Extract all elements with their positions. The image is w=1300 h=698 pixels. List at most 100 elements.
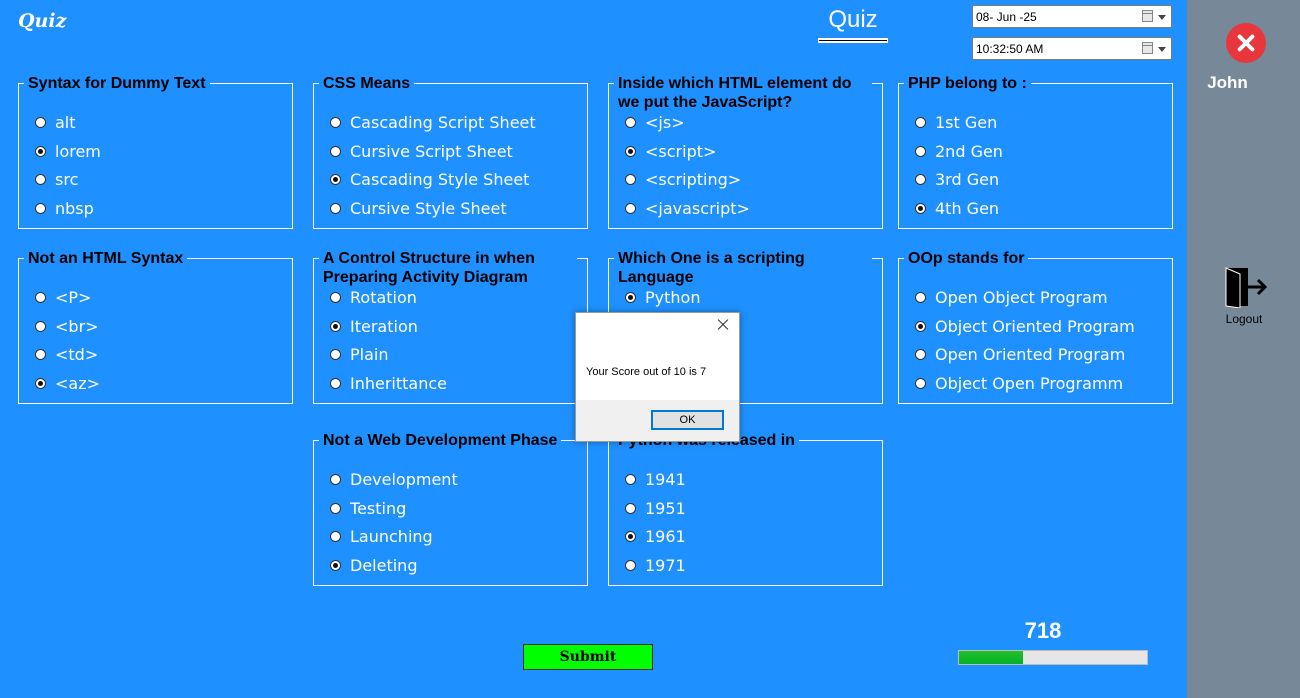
question-group: Not an HTML Syntax <P> <br> <td> <az> — [18, 249, 293, 404]
timer-progress-bar — [958, 650, 1148, 665]
answer-option[interactable]: Rotation — [330, 286, 417, 308]
radio-button[interactable] — [330, 145, 341, 157]
radio-button[interactable] — [330, 473, 341, 485]
answer-option[interactable]: Launching — [330, 525, 433, 547]
answer-option[interactable]: Cascading Script Sheet — [330, 111, 536, 133]
answer-option[interactable]: Open Object Program — [915, 286, 1108, 308]
chevron-down-icon[interactable] — [1158, 47, 1166, 52]
answer-option[interactable]: Open Oriented Program — [915, 343, 1125, 365]
radio-button[interactable] — [330, 559, 341, 571]
ok-button[interactable]: OK — [651, 410, 724, 430]
answer-option[interactable]: Iteration — [330, 315, 418, 337]
option-label: Rotation — [350, 287, 417, 307]
radio-button[interactable] — [35, 202, 46, 214]
radio-button[interactable] — [915, 348, 926, 360]
answer-option[interactable]: Object Oriented Program — [915, 315, 1135, 337]
option-label: alt — [55, 112, 76, 132]
radio-button[interactable] — [915, 377, 926, 389]
radio-button[interactable] — [330, 116, 341, 128]
answer-option[interactable]: lorem — [35, 140, 101, 162]
radio-button[interactable] — [35, 348, 46, 360]
answer-option[interactable]: <P> — [35, 286, 91, 308]
answer-option[interactable]: Deleting — [330, 554, 417, 576]
option-label: Deleting — [350, 555, 418, 575]
question-title: Syntax for Dummy Text — [24, 74, 210, 112]
answer-option[interactable]: Plain — [330, 343, 388, 365]
dialog-footer: OK — [576, 400, 739, 441]
radio-button[interactable] — [625, 473, 636, 485]
radio-button[interactable] — [625, 291, 636, 303]
answer-option[interactable]: alt — [35, 111, 76, 133]
answer-option[interactable]: <javascript> — [625, 197, 750, 219]
radio-button[interactable] — [625, 559, 636, 571]
answer-option[interactable]: <script> — [625, 140, 716, 162]
radio-button[interactable] — [35, 291, 46, 303]
radio-button[interactable] — [915, 116, 926, 128]
page-title: Quiz — [828, 6, 878, 33]
answer-option[interactable]: <js> — [625, 111, 685, 133]
radio-button[interactable] — [330, 202, 341, 214]
radio-button[interactable] — [915, 202, 926, 214]
answer-option[interactable]: 1971 — [625, 554, 686, 576]
radio-button[interactable] — [915, 145, 926, 157]
logout-label[interactable]: Logout — [1212, 312, 1276, 326]
option-label: Inherittance — [350, 373, 447, 393]
radio-button[interactable] — [330, 320, 341, 332]
radio-button[interactable] — [330, 377, 341, 389]
answer-option[interactable]: Testing — [330, 497, 406, 519]
date-picker[interactable]: 08- Jun -25 — [972, 5, 1172, 28]
radio-button[interactable] — [915, 291, 926, 303]
answer-option[interactable]: 3rd Gen — [915, 168, 999, 190]
answer-option[interactable]: 2nd Gen — [915, 140, 1003, 162]
radio-button[interactable] — [35, 145, 46, 157]
answer-option[interactable]: Object Open Programm — [915, 372, 1123, 394]
radio-button[interactable] — [915, 173, 926, 185]
answer-option[interactable]: 1st Gen — [915, 111, 997, 133]
user-name: John — [1207, 73, 1248, 92]
answer-option[interactable]: Cursive Script Sheet — [330, 140, 513, 162]
answer-option[interactable]: <br> — [35, 315, 99, 337]
answer-option[interactable]: Python — [625, 286, 700, 308]
submit-button[interactable]: Submit — [523, 644, 653, 670]
radio-button[interactable] — [625, 530, 636, 542]
radio-button[interactable] — [35, 116, 46, 128]
answer-option[interactable]: Cursive Style Sheet — [330, 197, 507, 219]
radio-button[interactable] — [330, 291, 341, 303]
option-label: <td> — [55, 344, 99, 364]
score-dialog: Your Score out of 10 is 7 OK — [575, 312, 740, 442]
radio-button[interactable] — [330, 530, 341, 542]
logout-icon[interactable] — [1224, 266, 1268, 308]
answer-option[interactable]: 1941 — [625, 468, 686, 490]
answer-option[interactable]: nbsp — [35, 197, 94, 219]
title-underline — [818, 38, 888, 43]
radio-button[interactable] — [35, 320, 46, 332]
close-icon[interactable] — [1226, 23, 1266, 63]
answer-option[interactable]: src — [35, 168, 78, 190]
answer-option[interactable]: <scripting> — [625, 168, 741, 190]
answer-option[interactable]: <td> — [35, 343, 98, 365]
time-picker[interactable]: 10:32:50 AM — [972, 37, 1172, 60]
answer-option[interactable]: 1951 — [625, 497, 686, 519]
answer-option[interactable]: Development — [330, 468, 458, 490]
radio-button[interactable] — [35, 173, 46, 185]
radio-button[interactable] — [330, 173, 341, 185]
calendar-icon[interactable] — [1142, 42, 1153, 54]
close-icon[interactable] — [716, 317, 730, 331]
calendar-icon[interactable] — [1142, 10, 1153, 22]
radio-button[interactable] — [625, 116, 636, 128]
answer-option[interactable]: <az> — [35, 372, 100, 394]
radio-button[interactable] — [625, 502, 636, 514]
radio-button[interactable] — [625, 145, 636, 157]
chevron-down-icon[interactable] — [1158, 15, 1166, 20]
option-label: 2nd Gen — [935, 141, 1003, 161]
answer-option[interactable]: 4th Gen — [915, 197, 999, 219]
radio-button[interactable] — [625, 202, 636, 214]
radio-button[interactable] — [625, 173, 636, 185]
radio-button[interactable] — [330, 348, 341, 360]
answer-option[interactable]: 1961 — [625, 525, 686, 547]
radio-button[interactable] — [915, 320, 926, 332]
radio-button[interactable] — [35, 377, 46, 389]
answer-option[interactable]: Cascading Style Sheet — [330, 168, 529, 190]
answer-option[interactable]: Inherittance — [330, 372, 447, 394]
radio-button[interactable] — [330, 502, 341, 514]
